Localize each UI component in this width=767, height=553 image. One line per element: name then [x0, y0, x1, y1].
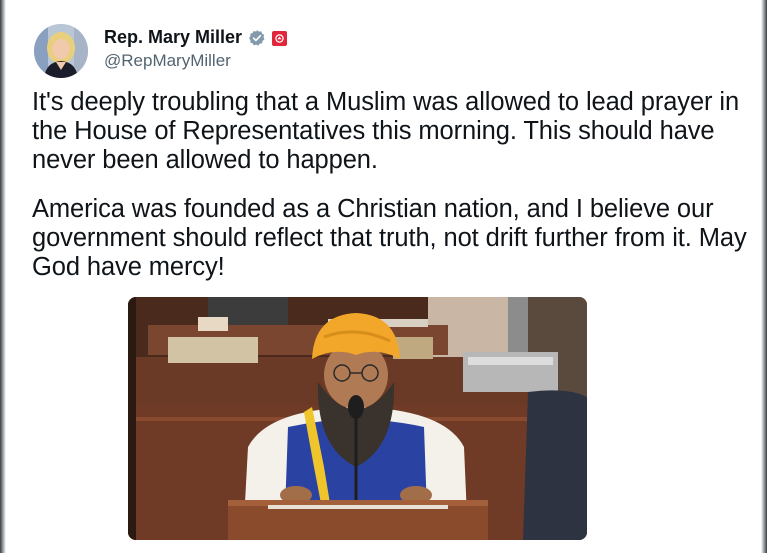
- author-display-name[interactable]: Rep. Mary Miller: [104, 27, 242, 48]
- tweet-media-image[interactable]: [128, 297, 587, 540]
- author-display-name-row[interactable]: Rep. Mary Miller: [104, 27, 288, 48]
- media-photo-illustration: [128, 297, 587, 540]
- tweet-paragraph-2: America was founded as a Christian natio…: [32, 195, 747, 281]
- tweet-card[interactable]: Rep. Mary Miller @RepMaryMiller It's dee…: [6, 0, 761, 553]
- government-affiliation-icon[interactable]: [272, 30, 288, 46]
- tweet-paragraph-1: It's deeply troubling that a Muslim was …: [32, 88, 740, 174]
- author-avatar[interactable]: [34, 24, 88, 78]
- author-handle[interactable]: @RepMaryMiller: [104, 51, 231, 71]
- verified-badge-icon: [248, 29, 266, 47]
